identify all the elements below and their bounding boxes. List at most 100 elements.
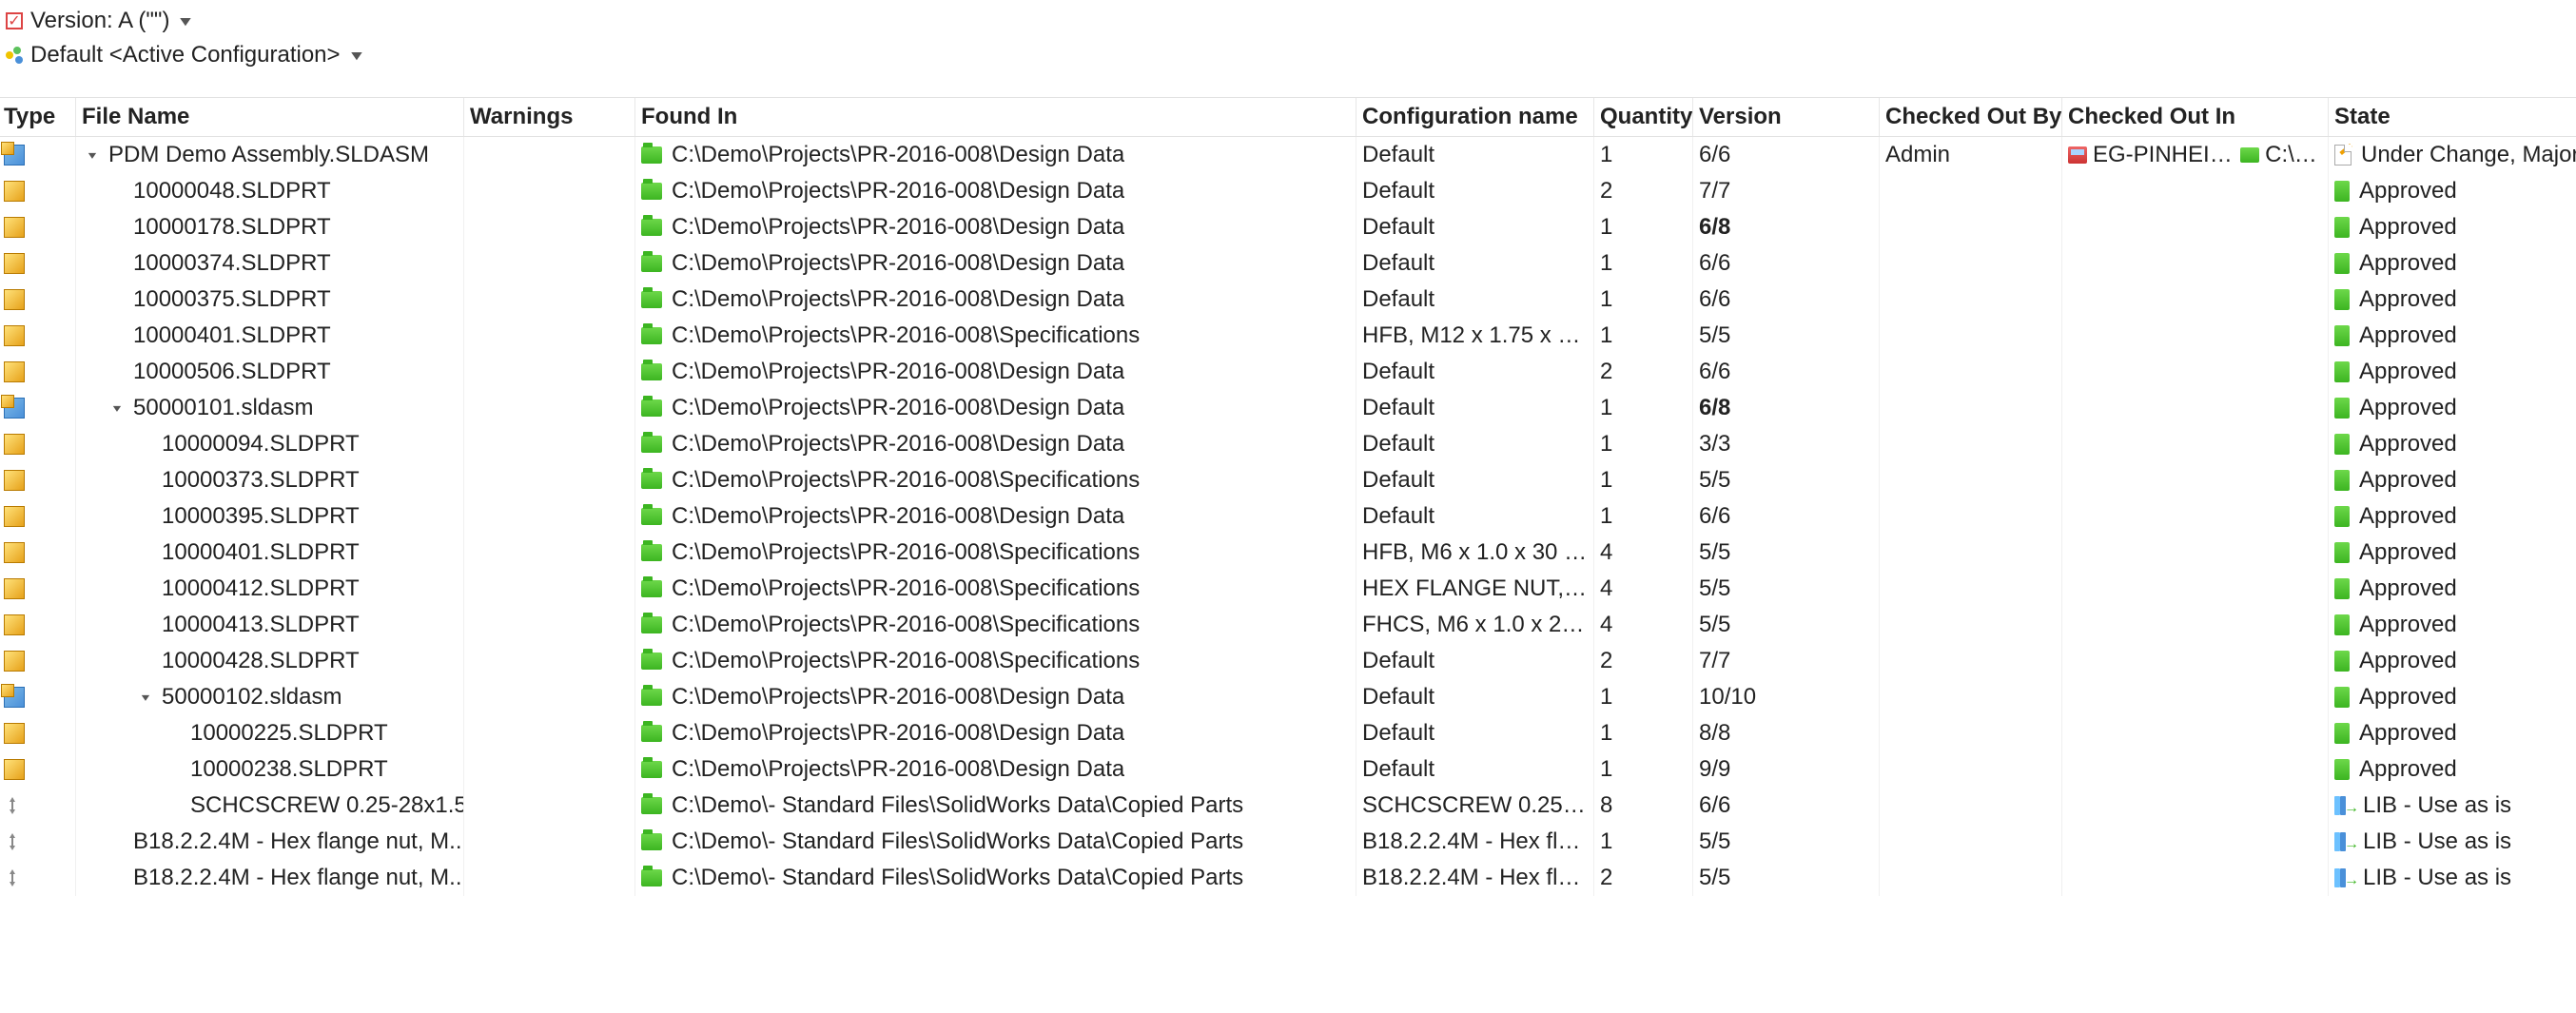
folder-icon — [641, 183, 662, 200]
found-in: C:\Demo\- Standard Files\SolidWorks Data… — [672, 828, 1243, 855]
folder-icon — [2240, 147, 2259, 163]
file-name: 10000238.SLDPRT — [190, 756, 388, 783]
col-checked-out-by[interactable]: Checked Out By — [1880, 98, 2062, 136]
found-in: C:\Demo\Projects\PR-2016-008\Design Data — [672, 142, 1124, 168]
table-row[interactable]: B18.2.2.4M - Hex flange nut, M... C:\Demo… — [0, 824, 2576, 860]
config-dropdown[interactable]: Default <Active Configuration> ▼ — [6, 38, 2570, 72]
machine-icon — [2068, 146, 2087, 164]
col-quantity[interactable]: Quantity — [1594, 98, 1693, 136]
col-warnings[interactable]: Warnings — [464, 98, 635, 136]
found-in: C:\Demo\Projects\PR-2016-008\Design Data — [672, 286, 1124, 313]
warnings — [464, 245, 635, 282]
warnings — [464, 715, 635, 751]
table-row[interactable]: 10000506.SLDPRTC:\Demo\Projects\PR-2016-… — [0, 354, 2576, 390]
folder-icon — [641, 653, 662, 670]
col-state[interactable]: State — [2329, 98, 2576, 136]
state-approved-icon — [2334, 542, 2350, 563]
version: 5/5 — [1699, 575, 1730, 602]
toolbar: ✓ Version: A ("") ▼ Default <Active Conf… — [0, 0, 2576, 97]
table-row[interactable]: 10000094.SLDPRTC:\Demo\Projects\PR-2016-… — [0, 426, 2576, 462]
table-row[interactable]: 10000375.SLDPRTC:\Demo\Projects\PR-2016-… — [0, 282, 2576, 318]
found-in: C:\Demo\Projects\PR-2016-008\Design Data — [672, 250, 1124, 277]
col-type[interactable]: Type — [0, 98, 76, 136]
col-file[interactable]: File Name — [76, 98, 464, 136]
warnings — [464, 390, 635, 426]
table-row[interactable]: SCHCSCREW 0.25-28x1.5...C:\Demo\- Standa… — [0, 788, 2576, 824]
version: 6/8 — [1699, 214, 1730, 241]
table-row[interactable]: 10000401.SLDPRTC:\Demo\Projects\PR-2016-… — [0, 535, 2576, 571]
expander-icon[interactable]: ▾ — [82, 148, 108, 162]
state-approved-icon — [2334, 759, 2350, 780]
state: Approved — [2359, 250, 2457, 277]
config-name: FHCS, M6 x 1.0 x 20 - ... — [1362, 612, 1588, 638]
chevron-down-icon: ▼ — [177, 13, 195, 29]
col-config[interactable]: Configuration name — [1356, 98, 1594, 136]
version: 5/5 — [1699, 467, 1730, 494]
table-row[interactable]: ▾PDM Demo Assembly.SLDASMC:\Demo\Project… — [0, 137, 2576, 173]
found-in: C:\Demo\Projects\PR-2016-008\Design Data — [672, 503, 1124, 530]
quantity: 1 — [1600, 395, 1612, 421]
table-row[interactable]: 10000178.SLDPRTC:\Demo\Projects\PR-2016-… — [0, 209, 2576, 245]
version: 8/8 — [1699, 720, 1730, 747]
table-row[interactable]: 10000374.SLDPRTC:\Demo\Projects\PR-2016-… — [0, 245, 2576, 282]
checkbox-icon: ✓ — [6, 12, 23, 29]
found-in: C:\Demo\Projects\PR-2016-008\Specificati… — [672, 612, 1140, 638]
file-name: B18.2.2.4M - Hex flange nut, M... — [133, 865, 464, 891]
table-row[interactable]: 10000048.SLDPRTC:\Demo\Projects\PR-2016-… — [0, 173, 2576, 209]
version-dropdown[interactable]: ✓ Version: A ("") ▼ — [6, 4, 2570, 38]
table-row[interactable]: 10000225.SLDPRTC:\Demo\Projects\PR-2016-… — [0, 715, 2576, 751]
folder-icon — [641, 797, 662, 814]
state: Approved — [2359, 359, 2457, 385]
warnings — [464, 137, 635, 173]
quantity: 2 — [1600, 648, 1612, 674]
quantity: 8 — [1600, 792, 1612, 819]
quantity: 2 — [1600, 359, 1612, 385]
expander-icon[interactable]: ▾ — [135, 691, 162, 704]
toolbox-part-icon — [4, 795, 21, 816]
warnings — [464, 354, 635, 390]
state-approved-icon — [2334, 325, 2350, 346]
file-name: 10000225.SLDPRT — [190, 720, 388, 747]
table-row[interactable]: B18.2.2.4M - Hex flange nut, M...C:\Demo… — [0, 860, 2576, 896]
table-row[interactable]: 10000428.SLDPRTC:\Demo\Projects\PR-2016-… — [0, 643, 2576, 679]
state: Approved — [2359, 539, 2457, 566]
table-row[interactable]: 10000413.SLDPRTC:\Demo\Projects\PR-2016-… — [0, 607, 2576, 643]
quantity: 2 — [1600, 865, 1612, 891]
state: Approved — [2359, 503, 2457, 530]
folder-icon — [641, 255, 662, 272]
table-row[interactable]: 10000238.SLDPRT C:\Demo\Projects\PR-2016-… — [0, 751, 2576, 788]
table-row[interactable]: 10000373.SLDPRTC:\Demo\Projects\PR-2016-… — [0, 462, 2576, 498]
folder-icon — [641, 291, 662, 308]
chevron-down-icon: ▼ — [347, 48, 365, 63]
found-in: C:\Demo\Projects\PR-2016-008\Design Data — [672, 756, 1124, 783]
file-name: B18.2.2.4M - Hex flange nut, M... — [133, 828, 464, 855]
state-approved-icon — [2334, 651, 2350, 672]
warnings — [464, 643, 635, 679]
state-lib-icon: → — [2334, 868, 2353, 887]
table-row[interactable]: 10000401.SLDPRTC:\Demo\Projects\PR-2016-… — [0, 318, 2576, 354]
table-row[interactable]: ▾50000101.sldasmC:\Demo\Projects\PR-2016… — [0, 390, 2576, 426]
warnings — [464, 318, 635, 354]
quantity: 4 — [1600, 575, 1612, 602]
expander-icon[interactable]: ▾ — [107, 401, 133, 415]
table-row[interactable]: 10000395.SLDPRT C:\Demo\Projects\PR-2016-… — [0, 498, 2576, 535]
col-checked-out-in[interactable]: Checked Out In — [2062, 98, 2329, 136]
warnings — [464, 824, 635, 860]
quantity: 1 — [1600, 828, 1612, 855]
warnings — [464, 282, 635, 318]
state-approved-icon — [2334, 614, 2350, 635]
state: Approved — [2359, 684, 2457, 711]
folder-icon — [641, 833, 662, 850]
state-approved-icon — [2334, 361, 2350, 382]
part-icon — [4, 759, 25, 780]
table-row[interactable]: 10000412.SLDPRTC:\Demo\Projects\PR-2016-… — [0, 571, 2576, 607]
state-approved-icon — [2334, 181, 2350, 202]
col-version[interactable]: Version — [1693, 98, 1880, 136]
state-approved-icon — [2334, 398, 2350, 419]
col-found-in[interactable]: Found In — [635, 98, 1356, 136]
state: Approved — [2359, 322, 2457, 349]
file-name: 10000395.SLDPRT — [162, 503, 360, 530]
table-row[interactable]: ▾50000102.sldasmC:\Demo\Projects\PR-2016… — [0, 679, 2576, 715]
part-icon — [4, 253, 25, 274]
config-name: Default — [1362, 286, 1434, 313]
